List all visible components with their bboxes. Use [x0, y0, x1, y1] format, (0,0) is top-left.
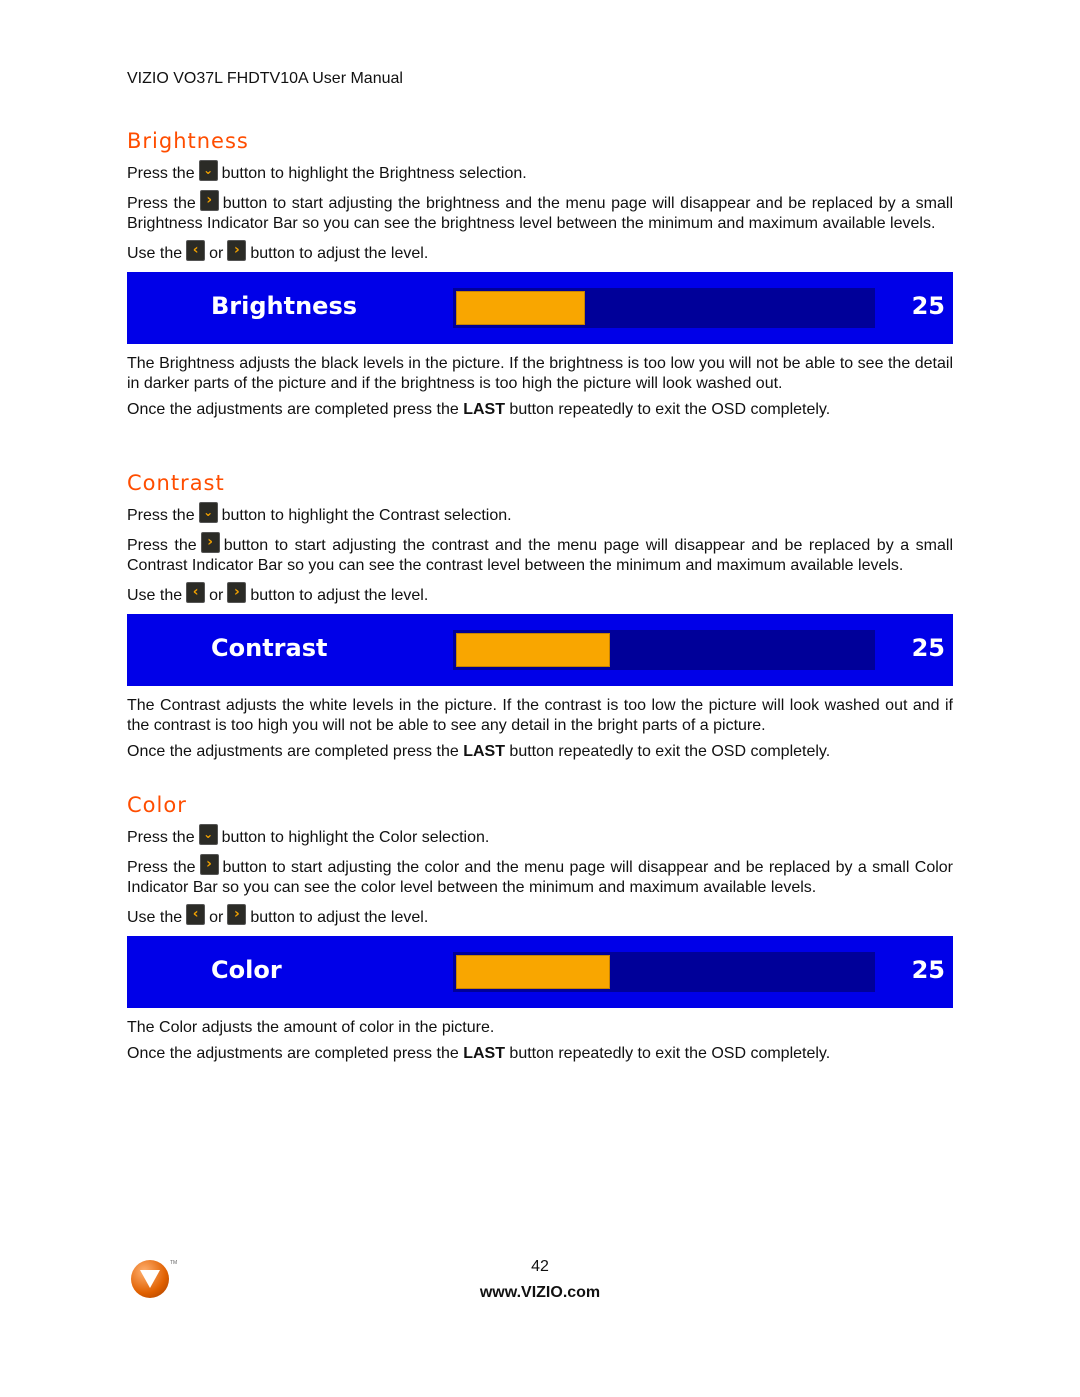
- left-arrow-icon: [186, 904, 206, 925]
- start-instruction: Press thebutton to start adjusting the b…: [127, 190, 953, 234]
- osd-level-fill: [456, 633, 610, 667]
- osd-indicator-bar: Contrast 25: [127, 614, 953, 686]
- text: button to adjust the level.: [250, 245, 429, 262]
- text: button to start adjusting the color and …: [127, 859, 953, 896]
- start-instruction: Press thebutton to start adjusting the c…: [127, 532, 953, 576]
- section-color: Color Press the button to highlight the C…: [127, 792, 953, 1070]
- text: Once the adjustments are completed press…: [127, 1045, 459, 1062]
- right-arrow-icon: [200, 532, 220, 553]
- text: button to start adjusting the brightness…: [127, 195, 954, 232]
- text: Once the adjustments are completed press…: [127, 743, 459, 760]
- text: Use the: [127, 587, 183, 604]
- text: Use the: [127, 245, 183, 262]
- section-title: Contrast: [127, 471, 225, 495]
- osd-indicator-bar: Brightness 25: [127, 272, 953, 344]
- text: button to start adjusting the contrast a…: [127, 537, 954, 574]
- text: button repeatedly to exit the OSD comple…: [509, 401, 831, 418]
- text: or: [209, 909, 224, 926]
- section-title: Brightness: [127, 129, 249, 153]
- adjust-instruction: Use the or button to adjust the level.: [127, 582, 953, 606]
- text: button to adjust the level.: [250, 587, 429, 604]
- section-title: Color: [127, 793, 187, 817]
- osd-label: Contrast: [211, 634, 328, 662]
- osd-level-fill: [456, 291, 585, 325]
- description: The Contrast adjusts the white levels in…: [127, 697, 953, 734]
- osd-level-track: [453, 288, 875, 328]
- section-brightness: Brightness Press the button to highlight …: [127, 128, 953, 426]
- text: or: [209, 245, 224, 262]
- highlight-instruction: Press the button to highlight the Brightn…: [127, 160, 953, 184]
- last-button-name: LAST: [463, 401, 505, 418]
- right-arrow-icon: [199, 854, 219, 875]
- text: Press the: [127, 537, 197, 554]
- osd-level-track: [453, 630, 875, 670]
- description: The Color adjusts the amount of color in…: [127, 1019, 495, 1036]
- document-header: VIZIO VO37L FHDTV10A User Manual: [127, 70, 403, 87]
- highlight-instruction: Press the button to highlight the Contras…: [127, 502, 953, 526]
- osd-label: Brightness: [211, 292, 358, 320]
- right-arrow-icon: [227, 582, 247, 603]
- description: The Brightness adjusts the black levels …: [127, 355, 953, 392]
- text: Once the adjustments are completed press…: [127, 401, 459, 418]
- osd-level-fill: [456, 955, 610, 989]
- text: Press the: [127, 859, 196, 876]
- exit-instruction: Once the adjustments are completed press…: [127, 1044, 953, 1064]
- osd-level-track: [453, 952, 875, 992]
- start-instruction: Press thebutton to start adjusting the c…: [127, 854, 953, 898]
- ch-down-icon: [198, 502, 218, 523]
- exit-instruction: Once the adjustments are completed press…: [127, 742, 953, 762]
- text: button to adjust the level.: [250, 909, 429, 926]
- right-arrow-icon: [227, 240, 247, 261]
- text: Press the: [127, 195, 196, 212]
- right-arrow-icon: [227, 904, 247, 925]
- ch-down-icon: [198, 160, 218, 181]
- text: or: [209, 587, 224, 604]
- left-arrow-icon: [186, 582, 206, 603]
- footer-url[interactable]: www.VIZIO.com: [0, 1284, 1080, 1302]
- section-contrast: Contrast Press the button to highlight th…: [127, 470, 953, 768]
- last-button-name: LAST: [463, 1045, 505, 1062]
- osd-indicator-bar: Color 25: [127, 936, 953, 1008]
- text: button to highlight the Color selection.: [221, 829, 490, 846]
- text: button to highlight the Contrast selecti…: [221, 507, 512, 524]
- osd-value: 25: [911, 292, 945, 320]
- ch-down-icon: [198, 824, 218, 845]
- text: Press the: [127, 507, 195, 524]
- osd-label: Color: [211, 956, 282, 984]
- right-arrow-icon: [199, 190, 219, 211]
- exit-instruction: Once the adjustments are completed press…: [127, 400, 953, 420]
- text: Press the: [127, 165, 195, 182]
- page-number: 42: [531, 1258, 549, 1275]
- text: button repeatedly to exit the OSD comple…: [509, 743, 831, 760]
- osd-value: 25: [911, 956, 945, 984]
- last-button-name: LAST: [463, 743, 505, 760]
- text: button to highlight the Brightness selec…: [221, 165, 527, 182]
- left-arrow-icon: [186, 240, 206, 261]
- osd-value: 25: [911, 634, 945, 662]
- highlight-instruction: Press the button to highlight the Color s…: [127, 824, 953, 848]
- text: button repeatedly to exit the OSD comple…: [509, 1045, 831, 1062]
- text: Use the: [127, 909, 183, 926]
- adjust-instruction: Use the or button to adjust the level.: [127, 904, 953, 928]
- text: Press the: [127, 829, 195, 846]
- adjust-instruction: Use the or button to adjust the level.: [127, 240, 953, 264]
